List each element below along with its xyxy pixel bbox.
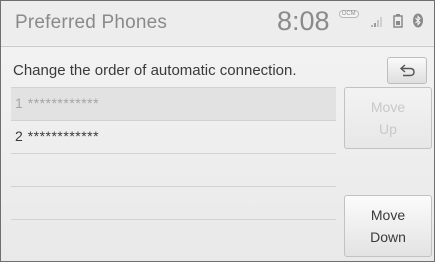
signal-bars-icon [371,17,382,27]
bluetooth-icon [413,13,423,28]
list-divider [11,186,336,187]
header-divider [1,46,434,47]
list-divider [11,219,336,220]
preferred-phones-screen: Preferred Phones 8:08 DCM Change the ord… [0,0,435,262]
list-divider [11,153,336,154]
phone-priority-number: 1 [15,95,24,111]
phone-list-item-label: 2 ************ [15,128,99,144]
return-arrow-icon [399,64,415,77]
status-area: DCM [339,10,431,32]
phone-priority-number: 2 [15,128,24,144]
back-button[interactable] [387,57,427,84]
move-up-label-line2: Up [379,121,397,137]
instruction-text: Change the order of automatic connection… [13,62,297,79]
phone-list-item-1[interactable]: 1 ************ [11,88,336,120]
move-up-label-line1: Move [370,99,406,115]
dcm-badge: DCM [339,10,359,18]
phone-battery-icon [393,14,403,28]
phone-name: ************ [27,128,100,144]
phone-list-item-2[interactable]: 2 ************ [11,121,336,153]
move-down-label-line1: Move [370,207,406,223]
phone-name: ************ [27,95,100,111]
move-down-label-line2: Down [370,229,406,245]
page-title: Preferred Phones [15,12,168,33]
phone-list-item-label: 1 ************ [15,95,99,111]
clock: 8:08 [277,6,330,36]
move-down-button[interactable]: Move Down [344,195,432,257]
header-bar: Preferred Phones 8:08 DCM [1,1,434,45]
move-up-button[interactable]: Move Up [344,87,432,149]
